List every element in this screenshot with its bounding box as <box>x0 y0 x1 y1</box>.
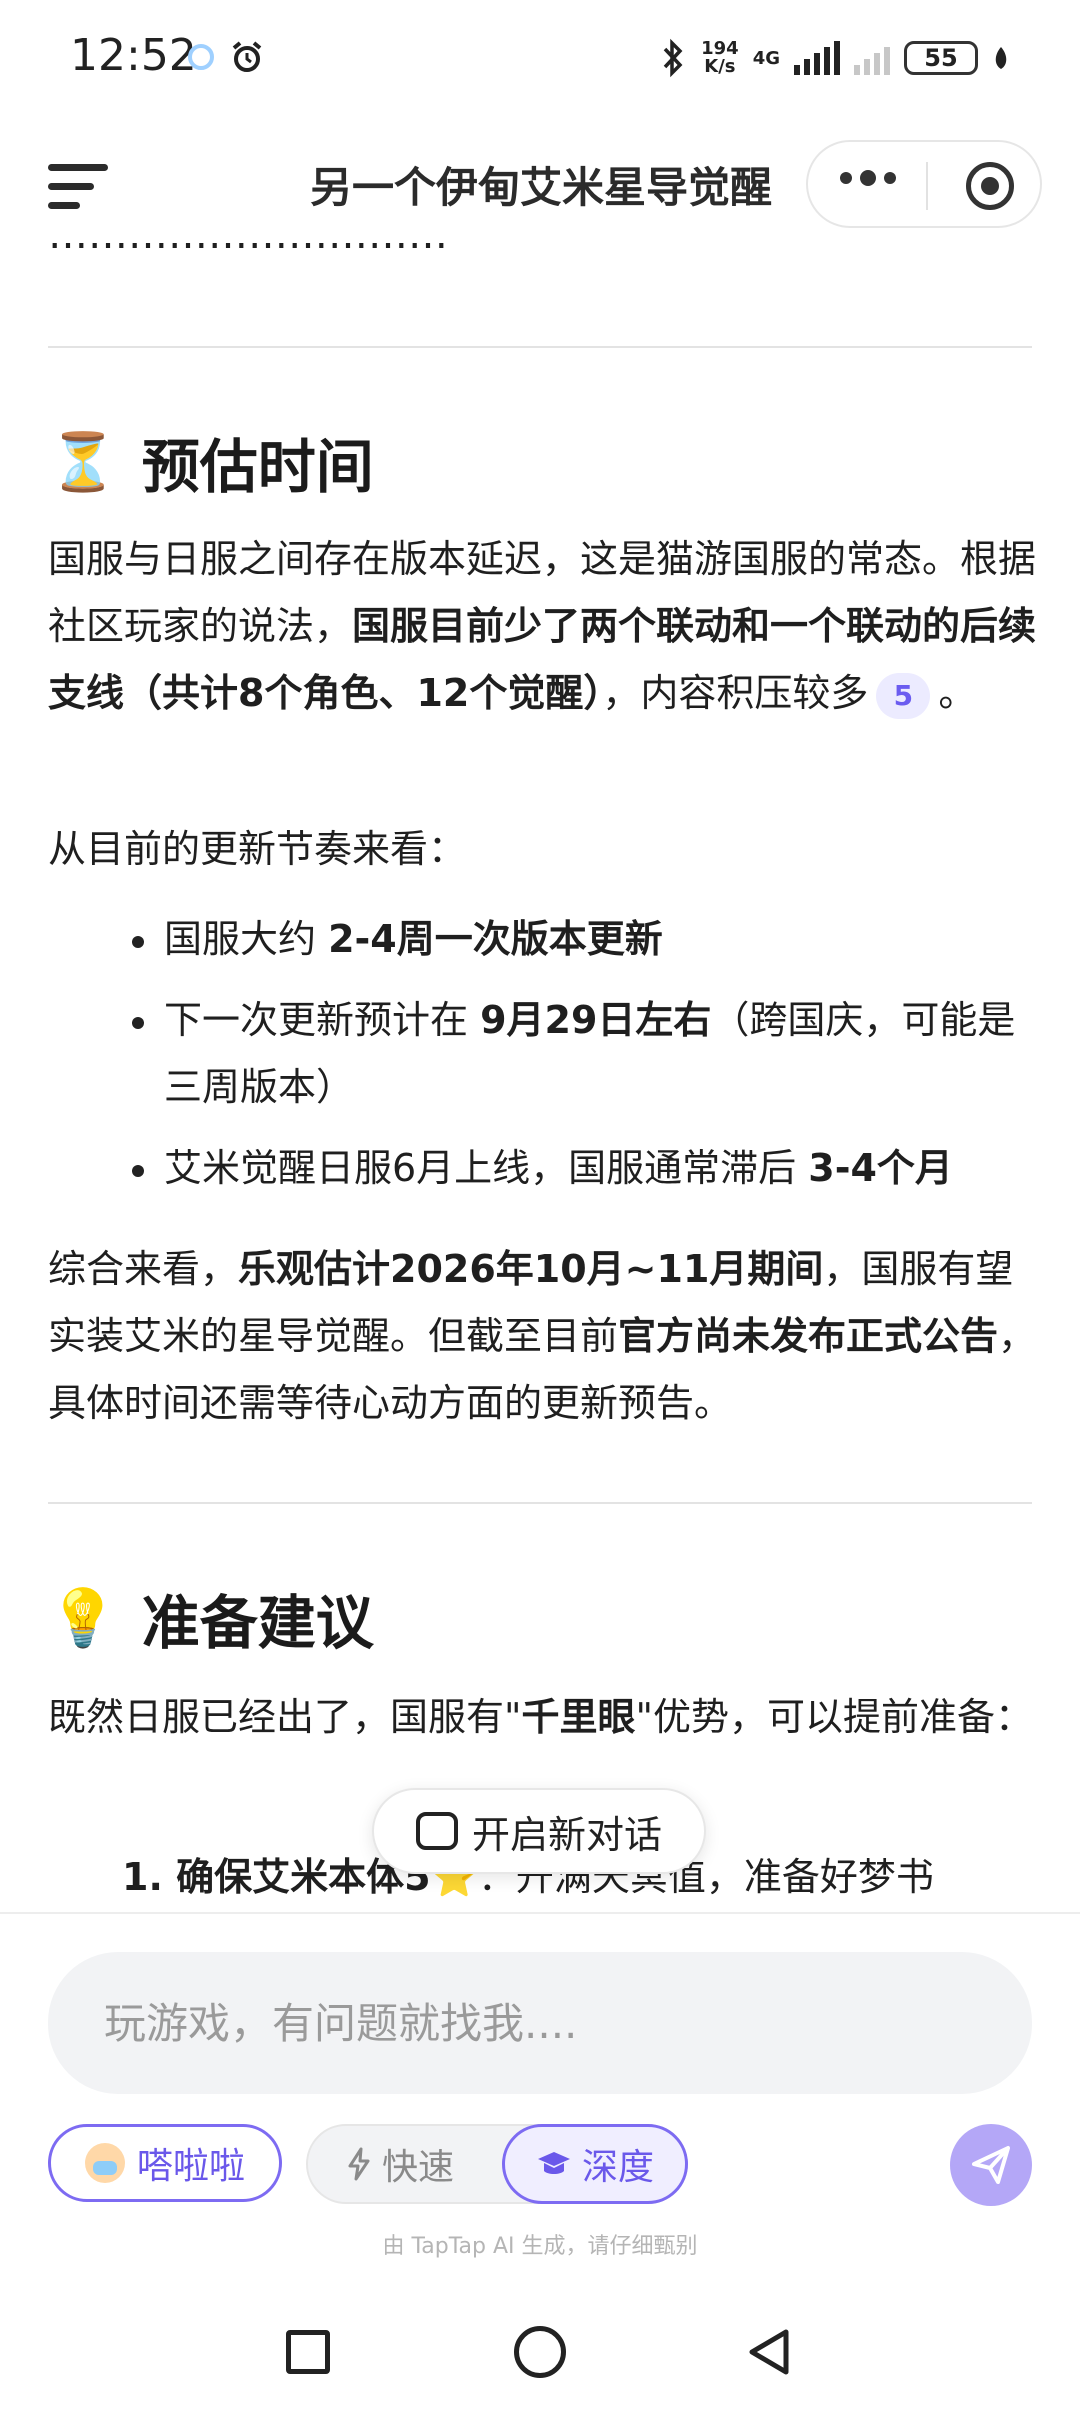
bold-text: 2-4周一次版本更新 <box>328 917 663 961</box>
text-span: ，内容积压较多 <box>602 671 869 715</box>
mode-fast-label: 快速 <box>382 2147 455 2188</box>
chat-input[interactable] <box>102 1997 978 2049</box>
status-bar: 12:52 194 K/s 4G 55 <box>0 0 1080 120</box>
list-item: 艾米觉醒日服6月上线，国服通常滞后 3-4个月 <box>48 1135 1038 1202</box>
new-chat-label: 开启新对话 <box>471 1812 662 1857</box>
menu-icon[interactable] <box>48 158 108 214</box>
app-notification-icon <box>188 44 214 70</box>
prep-paragraph-1: 既然日服已经出了，国服有"千里眼"优势，可以提前准备： <box>48 1684 1038 1751</box>
back-icon[interactable] <box>744 2326 796 2378</box>
text-span: 既然日服已经出了，国服有" <box>48 1695 522 1739</box>
network-type: 4G <box>752 47 780 69</box>
close-mini-program-icon[interactable] <box>966 162 1014 210</box>
home-icon[interactable] <box>514 2326 566 2378</box>
status-left-icons <box>188 40 264 74</box>
alarm-icon <box>232 41 262 72</box>
text-span: 国服大约 <box>164 917 329 961</box>
text-span: 综合来看， <box>48 1247 239 1291</box>
send-icon <box>972 2146 1010 2184</box>
battery-icon: 55 <box>904 41 978 75</box>
text-span: 下一次更新预计在 <box>164 998 481 1042</box>
mode-toggle: 快速 深度 <box>306 2124 688 2204</box>
citation-badge[interactable]: 5 <box>876 672 931 719</box>
eta-paragraph-2: 从目前的更新节奏来看： <box>48 827 467 871</box>
mode-deep-label: 深度 <box>581 2147 654 2188</box>
status-right: 194 K/s 4G 55 <box>659 38 1010 78</box>
bold-text: 官方尚未发布正式公告 <box>618 1314 999 1358</box>
status-time: 12:52 <box>70 30 197 81</box>
list-item: 下一次更新预计在 9月29日左右（跨国庆，可能是三周版本） <box>48 987 1038 1121</box>
capsule-divider <box>926 162 928 210</box>
text-span: "优势，可以提前准备： <box>635 1695 1033 1739</box>
assistant-avatar <box>84 2143 125 2183</box>
section-title-eta: ⏳ 预估时间 <box>48 420 374 504</box>
page-title: 另一个伊甸艾米星导觉醒 <box>310 163 773 212</box>
bold-text: 9月29日左右 <box>480 998 712 1042</box>
net-speed: 194 K/s <box>701 40 739 76</box>
screen: 12:52 194 K/s 4G 55 另一个伊甸艾米星导觉醒 ⏳ 预估时间 国… <box>0 0 1080 2412</box>
mini-program-capsule <box>806 140 1042 228</box>
clipped-text-line: ………………………… <box>48 240 448 258</box>
more-icon[interactable] <box>840 170 896 186</box>
bluetooth-icon <box>663 38 683 78</box>
new-chat-icon <box>415 1812 458 1850</box>
eta-paragraph-3: 综合来看，乐观估计2026年10月~11月期间，国服有望实装艾米的星导觉醒。但截… <box>48 1236 1038 1437</box>
leaf-icon <box>995 47 1007 69</box>
bold-text: 3-4个月 <box>808 1146 953 1190</box>
net-speed-unit: K/s <box>704 56 736 77</box>
text-span: 。 <box>938 671 977 715</box>
answer-content: ………………………… ⏳ 预估时间 国服与日服之间存在版本延迟，这是猫游国服的常… <box>0 240 1080 1910</box>
app-header: 另一个伊甸艾米星导觉醒 <box>0 130 1080 240</box>
chat-input-box[interactable] <box>48 1952 1032 2094</box>
recent-apps-icon[interactable] <box>286 2330 330 2374</box>
section-title-text: 准备建议 <box>141 1589 374 1657</box>
send-button[interactable] <box>950 2124 1032 2206</box>
bold-text: 乐观估计2026年10月~11月期间 <box>238 1247 824 1291</box>
eta-bullet-list: 国服大约 2-4周一次版本更新 下一次更新预计在 9月29日左右（跨国庆，可能是… <box>48 906 1038 1216</box>
signal-strength-secondary-icon <box>854 41 890 75</box>
system-nav-bar <box>0 2300 1080 2412</box>
signal-strength-icon <box>794 41 840 75</box>
assistant-chip-label: 嗒啦啦 <box>136 2146 245 2187</box>
section-divider <box>48 1502 1032 1504</box>
composer-divider <box>0 1912 1080 1914</box>
list-item: 国服大约 2-4周一次版本更新 <box>48 906 1038 973</box>
section-divider <box>48 346 1032 348</box>
lightbulb-icon: 💡 <box>48 1586 118 1651</box>
section-title-text: 预估时间 <box>141 433 374 501</box>
bolt-icon <box>348 2147 370 2181</box>
eta-paragraph-1: 国服与日服之间存在版本延迟，这是猫游国服的常态。根据社区玩家的说法，国服目前少了… <box>48 526 1038 727</box>
mode-deep-button[interactable]: 深度 <box>502 2124 688 2204</box>
hourglass-icon: ⏳ <box>48 430 118 495</box>
new-chat-button[interactable]: 开启新对话 <box>372 1788 706 1874</box>
section-title-prep: 💡 准备建议 <box>48 1576 374 1660</box>
mode-fast-button[interactable]: 快速 <box>346 2126 454 2202</box>
graduation-cap-icon <box>537 2152 570 2174</box>
bold-text: 千里眼 <box>521 1695 636 1739</box>
text-span: 艾米觉醒日服6月上线，国服通常滞后 <box>164 1146 809 1190</box>
ai-disclaimer: 由 TapTap AI 生成，请仔细甄别 <box>382 2234 698 2259</box>
assistant-chip[interactable]: 嗒啦啦 <box>48 2124 282 2202</box>
